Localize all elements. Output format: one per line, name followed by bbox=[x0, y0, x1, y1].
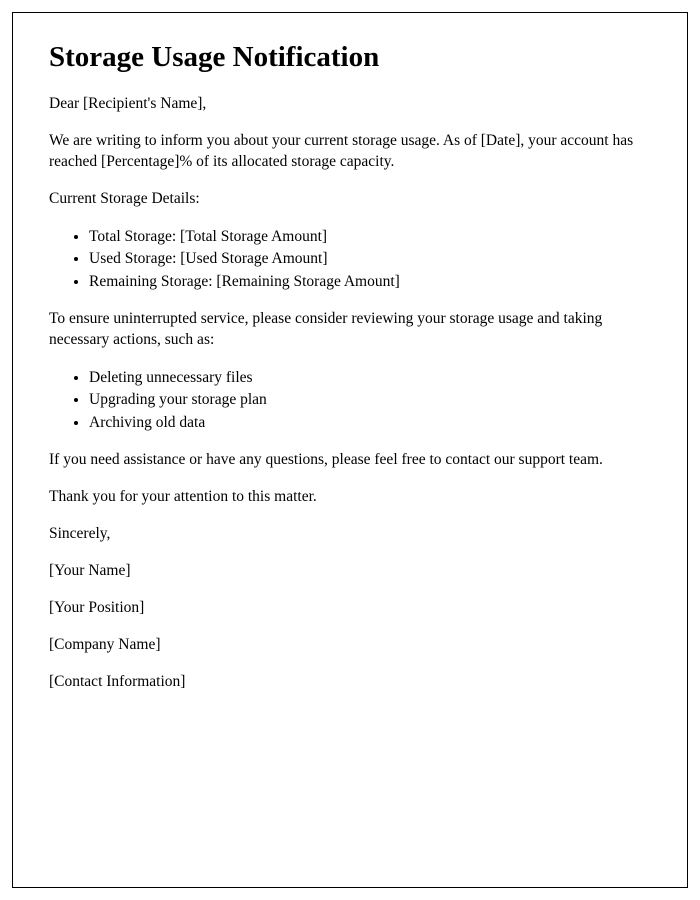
support-line: If you need assistance or have any quest… bbox=[49, 450, 651, 471]
list-item: Total Storage: [Total Storage Amount] bbox=[89, 226, 651, 248]
signature-contact: [Contact Information] bbox=[49, 672, 651, 693]
document-frame: Storage Usage Notification Dear [Recipie… bbox=[12, 12, 688, 888]
intro-paragraph: We are writing to inform you about your … bbox=[49, 131, 651, 173]
list-item: Archiving old data bbox=[89, 412, 651, 434]
thanks-line: Thank you for your attention to this mat… bbox=[49, 487, 651, 508]
actions-list: Deleting unnecessary files Upgrading you… bbox=[89, 367, 651, 434]
signature-name: [Your Name] bbox=[49, 561, 651, 582]
details-label: Current Storage Details: bbox=[49, 189, 651, 210]
actions-intro: To ensure uninterrupted service, please … bbox=[49, 309, 651, 351]
salutation: Dear [Recipient's Name], bbox=[49, 94, 651, 115]
signoff: Sincerely, bbox=[49, 524, 651, 545]
list-item: Used Storage: [Used Storage Amount] bbox=[89, 248, 651, 270]
list-item: Upgrading your storage plan bbox=[89, 389, 651, 411]
signature-position: [Your Position] bbox=[49, 598, 651, 619]
page-title: Storage Usage Notification bbox=[49, 41, 651, 74]
storage-details-list: Total Storage: [Total Storage Amount] Us… bbox=[89, 226, 651, 293]
signature-company: [Company Name] bbox=[49, 635, 651, 656]
list-item: Remaining Storage: [Remaining Storage Am… bbox=[89, 271, 651, 293]
list-item: Deleting unnecessary files bbox=[89, 367, 651, 389]
